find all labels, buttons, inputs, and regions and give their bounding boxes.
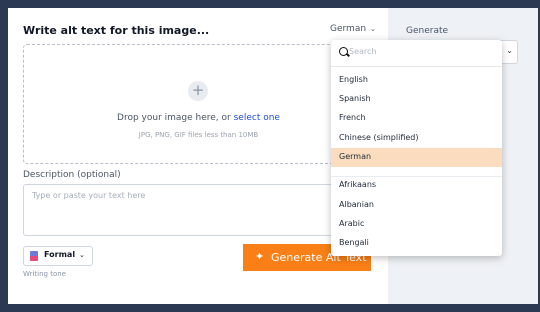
tone-select[interactable]: Formal ⌄ bbox=[23, 246, 93, 266]
tone-caption: Writing tone bbox=[23, 270, 66, 278]
description-label: Description (optional) bbox=[23, 170, 121, 180]
description-placeholder: Type or paste your text here bbox=[32, 191, 146, 200]
plus-icon: + bbox=[188, 81, 208, 101]
language-option-french[interactable]: French bbox=[331, 109, 502, 128]
language-dropdown: Search English Spanish French Chinese (s… bbox=[331, 40, 502, 256]
language-option-label: English bbox=[339, 75, 368, 84]
language-option-label: German bbox=[339, 152, 372, 161]
language-option-label: French bbox=[339, 113, 366, 122]
language-option-label: Arabic bbox=[339, 219, 365, 228]
language-option-arabic[interactable]: Arabic bbox=[331, 215, 502, 234]
chevron-down-icon: ⌄ bbox=[79, 251, 85, 259]
image-dropzone[interactable]: + Drop your image here, or select one JP… bbox=[23, 44, 374, 164]
language-option-german[interactable]: German bbox=[331, 148, 502, 167]
chevron-down-icon: ⌄ bbox=[506, 46, 513, 55]
language-select[interactable]: German ⌄ bbox=[330, 24, 376, 34]
language-option-albanian[interactable]: Albanian bbox=[331, 196, 502, 215]
language-option-afrikaans[interactable]: Afrikaans bbox=[331, 176, 502, 195]
file-hint: JPG, PNG, GIF files less than 10MB bbox=[138, 131, 259, 139]
language-search-input[interactable]: Search bbox=[331, 40, 502, 67]
language-option-label: Bengali bbox=[339, 238, 369, 247]
tone-value: Formal bbox=[44, 250, 76, 259]
language-option-label: Afrikaans bbox=[339, 180, 377, 189]
sidebar-title: Generate bbox=[406, 26, 449, 36]
language-option-label: Spanish bbox=[339, 94, 371, 103]
language-option-spanish[interactable]: Spanish bbox=[331, 90, 502, 109]
select-file-link[interactable]: select one bbox=[234, 113, 280, 123]
language-option-chinese-simplified[interactable]: Chinese (simplified) bbox=[331, 129, 502, 148]
tone-flag-icon bbox=[30, 251, 38, 261]
language-search-placeholder: Search bbox=[349, 47, 377, 56]
language-option-label: Albanian bbox=[339, 200, 374, 209]
sparkle-icon: ✦ bbox=[255, 250, 265, 263]
language-option-english[interactable]: English bbox=[331, 71, 502, 90]
drop-text: Drop your image here, or bbox=[117, 113, 231, 123]
language-option-label: Chinese (simplified) bbox=[339, 133, 419, 142]
language-select-value: German bbox=[330, 24, 367, 34]
search-icon bbox=[339, 47, 348, 56]
chevron-down-icon: ⌄ bbox=[370, 25, 376, 33]
drop-instructions: Drop your image here, or select one bbox=[24, 113, 373, 123]
page-title: Write alt text for this image... bbox=[23, 24, 210, 37]
description-input[interactable]: Type or paste your text here bbox=[23, 184, 372, 236]
language-option-bengali[interactable]: Bengali bbox=[331, 234, 502, 253]
